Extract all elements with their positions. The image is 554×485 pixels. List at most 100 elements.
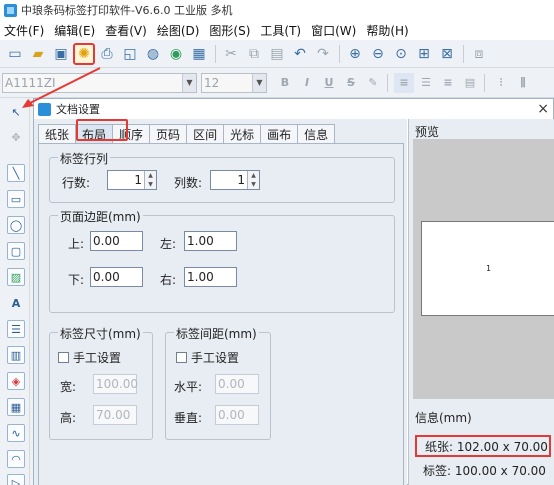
tab-page-number[interactable]: 页码 (149, 124, 188, 143)
menu-tools[interactable]: 工具(T) (260, 22, 301, 39)
spacing-icon[interactable]: ⫶ (491, 73, 511, 93)
line-tool-icon[interactable]: ╲ (7, 164, 25, 182)
tab-paper[interactable]: 纸张 (38, 124, 77, 143)
margin-right-input[interactable]: 1.00 (184, 267, 237, 287)
close-icon[interactable]: × (537, 101, 549, 117)
image-tool-icon[interactable]: ▨ (7, 268, 25, 286)
database-icon[interactable]: ◍ (142, 43, 164, 65)
zoom-fit-icon[interactable]: ⊞ (413, 43, 435, 65)
menu-help[interactable]: 帮助(H) (366, 22, 408, 39)
toolbar-separator (215, 44, 216, 63)
new-document-icon[interactable]: ▭ (4, 43, 26, 65)
menu-edit[interactable]: 编辑(E) (54, 22, 95, 39)
zoom-out-icon[interactable]: ⊖ (367, 43, 389, 65)
dialog-title-bar: 文档设置 (34, 99, 553, 119)
checkbox-box[interactable] (176, 352, 187, 363)
align-center-icon[interactable]: ☰ (416, 73, 436, 93)
menu-draw[interactable]: 绘图(D) (157, 22, 200, 39)
undo-icon[interactable]: ↶ (289, 43, 311, 65)
line-spacing-icon[interactable]: ⫼ (513, 73, 533, 93)
info-title: 信息(mm) (415, 411, 472, 425)
arc-tool-icon[interactable]: ◠ (7, 450, 25, 468)
bold-icon[interactable]: B (275, 73, 295, 93)
pointer-icon[interactable]: ↖ (7, 103, 25, 121)
cut-icon[interactable]: ✂ (220, 43, 242, 65)
label-height-input[interactable]: 70.00 (93, 405, 137, 425)
save-icon[interactable]: ▣ (50, 43, 72, 65)
align-left-icon[interactable]: ≡ (394, 72, 414, 93)
zoom-in-icon[interactable]: ⊕ (344, 43, 366, 65)
spacing-vertical-input[interactable]: 0.00 (215, 405, 259, 425)
redo-icon[interactable]: ↷ (312, 43, 334, 65)
ellipse-tool-icon[interactable]: ◯ (7, 216, 25, 234)
tab-cursor[interactable]: 光标 (223, 124, 262, 143)
menu-file[interactable]: 文件(F) (4, 22, 44, 39)
polygon-tool-icon[interactable]: ▷ (7, 474, 25, 485)
app-title-bar: 中琅条码标签打印软件-V6.6.0 工业版 多机 (0, 0, 554, 20)
grid-icon[interactable]: ▦ (188, 43, 210, 65)
italic-icon[interactable]: I (297, 73, 317, 93)
margin-right-label: 右: (160, 273, 177, 287)
tab-range[interactable]: 区间 (186, 124, 225, 143)
spacing-vertical-label: 垂直: (174, 411, 203, 425)
document-settings-icon[interactable]: ✺ (73, 42, 95, 65)
spin-arrows-icon[interactable]: ▲ ▼ (144, 171, 156, 189)
spacing-horizontal-input[interactable]: 0.00 (215, 374, 259, 394)
tab-canvas[interactable]: 画布 (260, 124, 299, 143)
dialog-icon (38, 102, 51, 116)
copy-icon[interactable]: ⧉ (243, 43, 265, 65)
toolbar-separator (387, 73, 388, 92)
justify-icon[interactable]: ▤ (460, 73, 480, 93)
barcode-tool-icon[interactable]: ▥ (7, 346, 25, 364)
strikethrough-icon[interactable]: S (341, 73, 361, 93)
margin-left-input[interactable]: 1.00 (184, 231, 237, 251)
paste-icon[interactable]: ▤ (266, 43, 288, 65)
database-settings-icon[interactable]: ◉ (165, 43, 187, 65)
zoom-actual-icon[interactable]: ⊙ (390, 43, 412, 65)
paragraph-tool-icon[interactable]: ☰ (7, 320, 25, 338)
curve-tool-icon[interactable]: ∿ (7, 424, 25, 442)
zoom-page-icon[interactable]: ⊠ (436, 43, 458, 65)
text-tool-icon[interactable]: A (7, 294, 25, 312)
text-effect-icon[interactable]: ✎ (363, 73, 383, 93)
label-rowcol-group: 标签行列 行数: 1 ▲ ▼ 列数: 1 ▲ ▼ (49, 150, 395, 203)
menu-shape[interactable]: 图形(S) (209, 22, 250, 39)
font-name-select[interactable]: A1111ZI ▼ (2, 72, 197, 93)
spin-arrows-icon[interactable]: ▲ ▼ (247, 171, 259, 189)
menu-bar: 文件(F) 编辑(E) 查看(V) 绘图(D) 图形(S) 工具(T) 窗口(W… (0, 20, 554, 40)
open-folder-icon[interactable]: ▰ (27, 43, 49, 65)
rectangle-tool-icon[interactable]: ▭ (7, 190, 25, 208)
chevron-down-icon[interactable]: ▼ (182, 73, 196, 92)
label-height-value: 70.00 (96, 408, 131, 422)
qrcode-tool-icon[interactable]: ◈ (7, 372, 25, 390)
checkbox-box[interactable] (58, 352, 69, 363)
underline-icon[interactable]: U (319, 73, 339, 93)
label-width-input[interactable]: 100.00 (93, 374, 138, 394)
label-spacing-manual-checkbox[interactable]: 手工设置 (176, 349, 239, 366)
margin-top-input[interactable]: 0.00 (90, 231, 143, 251)
font-size-value: 12 (204, 75, 220, 90)
cols-stepper[interactable]: 1 ▲ ▼ (210, 170, 260, 190)
font-size-select[interactable]: 12 ▼ (201, 72, 267, 93)
align-right-icon[interactable]: ≡ (438, 73, 458, 93)
margin-top-label: 上: (68, 237, 85, 251)
chevron-down-icon[interactable]: ▼ (252, 73, 266, 92)
preview-pane: 预览 1 信息(mm) 纸张: 102.00 x 70.00 标签: 100.0… (408, 119, 554, 485)
pan-icon[interactable]: ✥ (7, 128, 25, 146)
rounded-rect-tool-icon[interactable]: ▢ (7, 242, 25, 260)
label-rowcol-title: 标签行列 (58, 150, 111, 167)
rows-stepper[interactable]: 1 ▲ ▼ (107, 170, 157, 190)
margin-bottom-input[interactable]: 0.00 (90, 267, 143, 287)
toolbar-separator (463, 44, 464, 63)
tab-info[interactable]: 信息 (297, 124, 336, 143)
font-name-value: A1111ZI (5, 75, 56, 90)
label-size-manual-checkbox[interactable]: 手工设置 (58, 349, 121, 366)
preview-title: 预览 (415, 125, 440, 139)
print-icon[interactable]: ⎙ (96, 43, 118, 65)
more-tools-icon[interactable]: ⧈ (468, 43, 490, 65)
menu-window[interactable]: 窗口(W) (311, 22, 356, 39)
data-tool-icon[interactable]: ▦ (7, 398, 25, 416)
toolbar-separator (484, 73, 485, 92)
print-preview-icon[interactable]: ◱ (119, 43, 141, 65)
menu-view[interactable]: 查看(V) (105, 22, 147, 39)
